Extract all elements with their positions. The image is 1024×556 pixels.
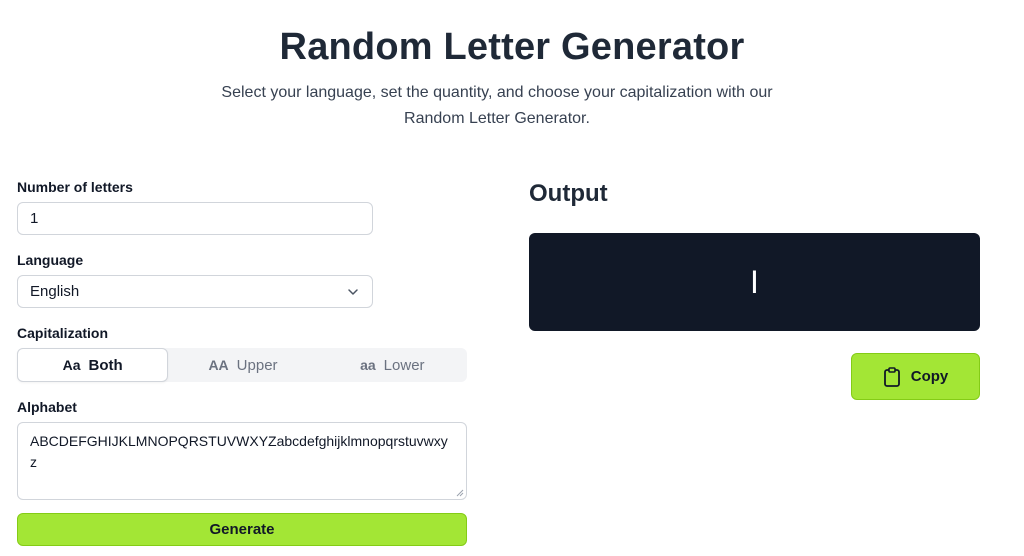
alphabet-textarea[interactable]: ABCDEFGHIJKLMNOPQRSTUVWXYZabcdefghijklmn… xyxy=(17,422,467,500)
capitalization-both-label: Both xyxy=(88,356,123,374)
chevron-down-icon xyxy=(348,288,358,295)
alphabet-value: ABCDEFGHIJKLMNOPQRSTUVWXYZabcdefghijklmn… xyxy=(30,433,448,470)
output-title: Output xyxy=(529,180,608,207)
alphabet-label: Alphabet xyxy=(17,399,77,415)
page-title: Random Letter Generator xyxy=(279,26,745,68)
output-value: I xyxy=(750,263,759,300)
resize-handle-icon[interactable] xyxy=(456,489,464,497)
generate-button[interactable]: Generate xyxy=(17,513,467,546)
language-select-value: English xyxy=(30,283,80,300)
count-input[interactable]: 1 xyxy=(17,202,373,235)
uppercase-icon: AA xyxy=(208,357,229,373)
clipboard-icon xyxy=(883,366,900,387)
capitalization-upper-button[interactable]: AA Upper xyxy=(168,348,317,382)
capitalization-lower-label: Lower xyxy=(383,356,425,374)
page-subtitle: Select your language, set the quantity, … xyxy=(221,84,773,127)
capitalization-label: Capitalization xyxy=(17,325,109,341)
capitalization-lower-button[interactable]: aa Lower xyxy=(318,348,467,382)
language-label: Language xyxy=(17,252,84,268)
copy-button[interactable]: Copy xyxy=(851,353,980,400)
copy-label: Copy xyxy=(910,368,949,385)
output-display: I xyxy=(529,233,980,331)
lowercase-icon: aa xyxy=(360,357,376,373)
count-label: Number of letters xyxy=(17,179,133,195)
capitalization-toggle: Aa Both AA Upper aa Lower xyxy=(17,348,467,382)
capitalization-both-button[interactable]: Aa Both xyxy=(17,348,169,382)
capitalization-upper-label: Upper xyxy=(236,356,278,374)
mixed-case-icon: Aa xyxy=(62,357,81,373)
count-input-value: 1 xyxy=(30,210,39,227)
language-select[interactable]: English xyxy=(17,275,373,308)
